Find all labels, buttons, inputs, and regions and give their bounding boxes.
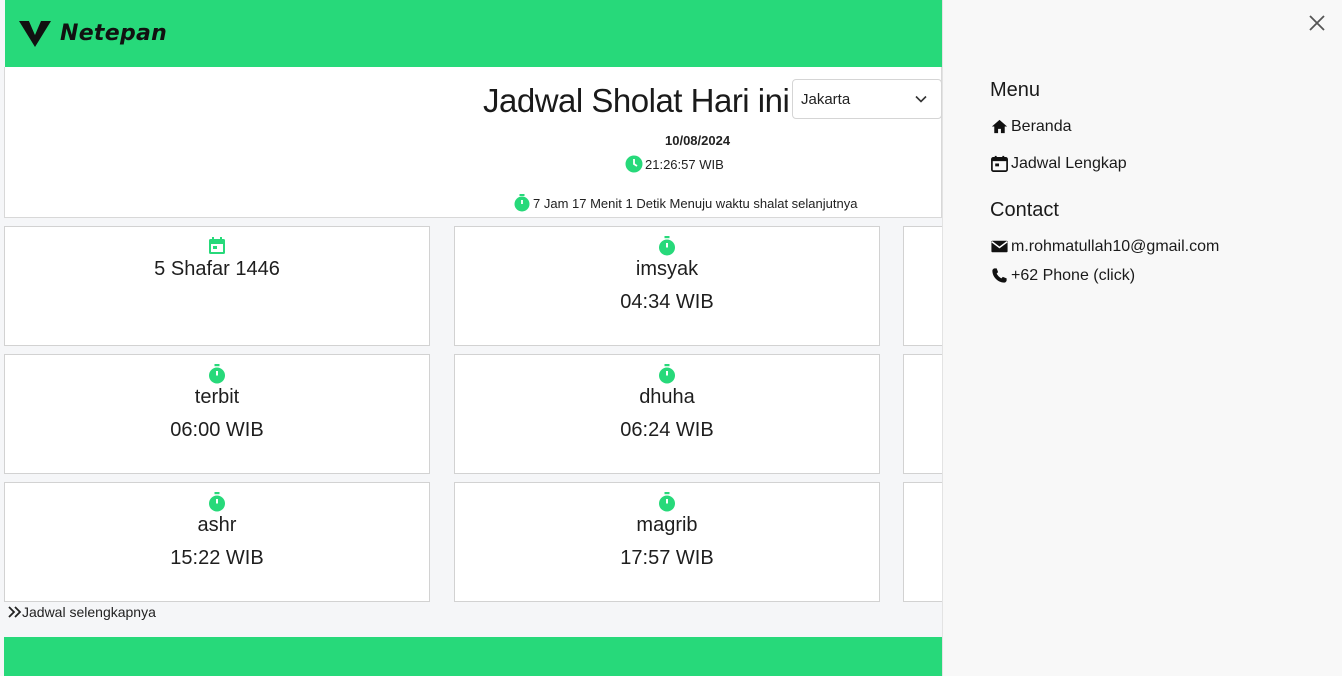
prayer-name: imsyak (635, 258, 699, 280)
prayer-name: dhuha (639, 386, 695, 408)
prayer-time: 04:34 WIB (620, 291, 714, 313)
footer (4, 637, 942, 676)
navbar: Netepan (5, 0, 942, 67)
contact-email-label: m.rohmatullah10@gmail.com (1011, 237, 1220, 255)
sidebar-item-beranda[interactable]: Beranda (990, 117, 1072, 136)
sidebar-offcanvas: Menu Beranda Jadwal Lengkap Contact m.ro… (942, 0, 1342, 676)
contact-phone[interactable]: +62 Phone (click) (990, 266, 1135, 285)
more-schedule-label: Jadwal selengkapnya (22, 604, 156, 620)
sidebar-item-label: Jadwal Lengkap (1011, 154, 1127, 172)
header-card: Jadwal Sholat Hari ini Jakarta 10/08/202… (4, 67, 942, 218)
hijri-date-card: 5 Shafar 1446 (4, 226, 430, 346)
close-icon[interactable] (1307, 13, 1327, 33)
calendar-icon (991, 155, 1008, 172)
page-title: Jadwal Sholat Hari ini (483, 82, 790, 119)
current-date: 10/08/2024 (665, 133, 731, 148)
phone-icon (992, 268, 1007, 283)
prayer-card-dhuha: dhuha 06:24 WIB (454, 354, 880, 474)
prayer-name: terbit (194, 386, 240, 408)
city-select-value: Jakarta (801, 90, 851, 108)
contact-email[interactable]: m.rohmatullah10@gmail.com (990, 237, 1219, 256)
home-icon (991, 119, 1008, 134)
prayer-time: 17:57 WIB (620, 547, 714, 569)
brand-name[interactable]: Netepan (60, 21, 167, 46)
contact-heading: Contact (990, 199, 1059, 221)
mail-icon (991, 240, 1008, 253)
prayer-time: 15:22 WIB (170, 547, 264, 569)
prayer-name: ashr (197, 514, 237, 536)
timer-icon (659, 492, 675, 512)
timer-icon (209, 492, 225, 512)
prayer-time: 06:24 WIB (620, 419, 714, 441)
timer-icon (209, 364, 225, 384)
countdown-row: 7 Jam 17 Menit 1 Detik Menuju waktu shal… (513, 194, 857, 212)
prayer-card-magrib: magrib 17:57 WIB (454, 482, 880, 602)
prayer-card-imsyak: imsyak 04:34 WIB (454, 226, 880, 346)
menu-heading: Menu (990, 79, 1041, 101)
sidebar-item-jadwal-lengkap[interactable]: Jadwal Lengkap (990, 154, 1127, 173)
calendar-icon (209, 237, 225, 254)
prayer-card-partial (903, 226, 942, 346)
prayer-card-ashr: ashr 15:22 WIB (4, 482, 430, 602)
timer-icon (514, 194, 530, 212)
hijri-date: 5 Shafar 1446 (154, 258, 280, 280)
sidebar-item-label: Beranda (1011, 117, 1072, 135)
countdown-text: 7 Jam 17 Menit 1 Detik Menuju waktu shal… (533, 195, 858, 211)
main-page: Netepan Jadwal Sholat Hari ini Jakarta 1… (0, 0, 942, 676)
double-chevron-right-icon (8, 606, 22, 618)
contact-phone-label: +62 Phone (click) (1011, 266, 1136, 284)
prayer-card-terbit: terbit 06:00 WIB (4, 354, 430, 474)
prayer-time: 06:00 WIB (170, 419, 264, 441)
more-schedule-link[interactable]: Jadwal selengkapnya (8, 604, 156, 620)
prayer-card-partial (903, 482, 942, 602)
clock-row: 21:26:57 WIB (625, 155, 724, 173)
chevron-down-icon (915, 95, 927, 103)
clock-icon (625, 155, 643, 173)
timer-icon (659, 236, 675, 256)
prayer-name: magrib (636, 514, 698, 536)
timer-icon (659, 364, 675, 384)
brand-logo-icon[interactable] (19, 19, 51, 49)
prayer-card-partial (903, 354, 942, 474)
city-select[interactable]: Jakarta (792, 79, 942, 119)
current-time: 21:26:57 WIB (645, 156, 724, 172)
